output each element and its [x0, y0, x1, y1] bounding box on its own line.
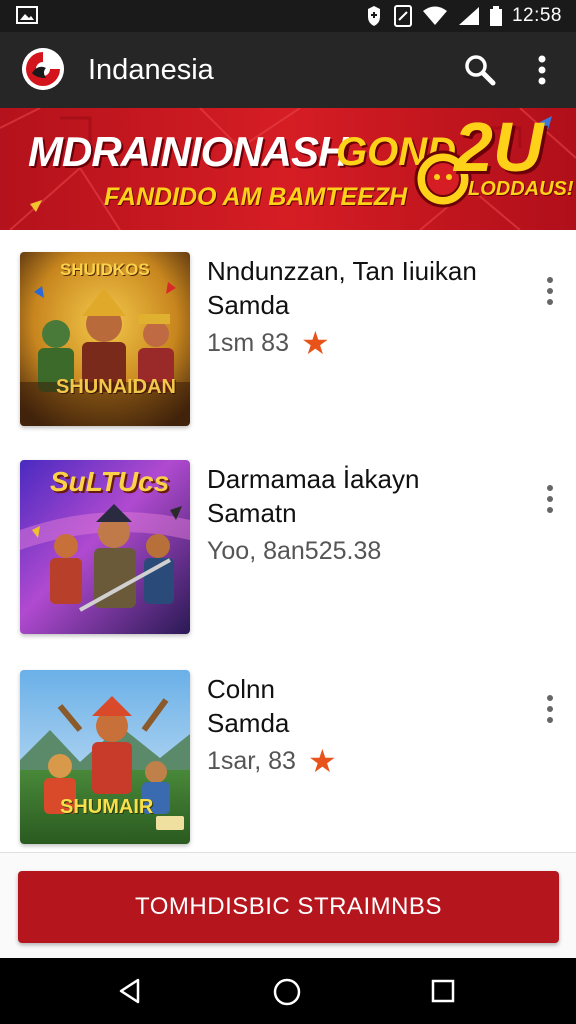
thumb-bottom-text: SHUNAIDAN: [56, 376, 176, 398]
game-meta: Yoo, 8an525.38: [207, 534, 381, 568]
thumb-top-text: SHUIDKOS: [60, 260, 150, 279]
status-bar: 12:58: [0, 0, 576, 32]
nfc-icon: [393, 5, 412, 27]
home-icon[interactable]: [272, 977, 302, 1007]
more-vert-icon[interactable]: [538, 484, 562, 514]
list-item[interactable]: SHUMAIR Colnn Samda 1sar, 83 ★: [0, 650, 576, 850]
data-saver-icon: [367, 6, 380, 26]
game-meta: 1sar, 83 ★: [207, 744, 337, 778]
banner-title: MDRAINIONASH: [28, 128, 348, 175]
game-rating-text: 1sar, 83: [207, 747, 296, 775]
wifi-icon: [422, 6, 447, 25]
recents-icon[interactable]: [431, 979, 455, 1003]
cta-button[interactable]: TOMHDISBIC STRAIMNBS: [18, 871, 559, 943]
game-thumbnail[interactable]: SuLTUcs: [20, 460, 190, 634]
back-icon[interactable]: [116, 977, 144, 1005]
game-rating-text: 1sm 83: [207, 329, 289, 357]
banner-tag: LODDAUS!: [468, 178, 574, 200]
game-thumbnail[interactable]: SHUIDKOS SHUNAIDAN: [20, 252, 190, 426]
game-title: Nndunzzan, Tan Iiuikan: [207, 256, 477, 286]
star-icon: ★: [300, 325, 330, 361]
game-meta: 1sm 83 ★: [207, 326, 330, 360]
signal-icon: [458, 7, 479, 25]
game-title: Colnn: [207, 674, 275, 704]
promo-banner[interactable]: MDRAINIONASH GOND 2U FANDIDO AM BAMTEEZH…: [0, 108, 576, 230]
search-icon[interactable]: [462, 52, 498, 88]
more-vert-icon[interactable]: [538, 694, 562, 724]
system-nav-bar: [0, 958, 576, 1024]
battery-icon: [489, 6, 502, 26]
more-vert-icon[interactable]: [530, 52, 554, 88]
game-thumbnail[interactable]: SHUMAIR: [20, 670, 190, 844]
list-item[interactable]: SuLTUcs Darmamaa İakayn Samatn Yoo, 8an5…: [0, 440, 576, 640]
banner-subtitle: FANDIDO AM BAMTEEZH: [104, 183, 408, 211]
star-icon: ★: [307, 743, 337, 779]
banner-gold-suffix: 2U: [454, 108, 544, 186]
clock: 12:58: [511, 5, 562, 26]
thumb-top-text: SuLTUcs: [50, 466, 170, 497]
more-vert-icon[interactable]: [538, 276, 562, 306]
game-subtitle: Samatn: [207, 498, 297, 528]
list-item[interactable]: SHUIDKOS SHUNAIDAN Nndunzzan, Tan Iiuika…: [0, 232, 576, 432]
app-title: Indanesia: [88, 54, 214, 86]
game-subtitle: Samda: [207, 708, 290, 738]
game-title: Darmamaa İakayn: [207, 464, 420, 494]
status-icons: 12:58: [364, 4, 562, 28]
cta-area: TOMHDISBIC STRAIMNBS: [0, 852, 576, 958]
app-logo-icon[interactable]: [22, 48, 64, 90]
thumb-bottom-text: SHUMAIR: [60, 796, 154, 818]
game-subtitle: Samda: [207, 290, 290, 320]
gallery-icon: [16, 6, 38, 24]
game-rating-text: Yoo, 8an525.38: [207, 537, 382, 565]
app-bar: Indanesia: [0, 32, 576, 108]
